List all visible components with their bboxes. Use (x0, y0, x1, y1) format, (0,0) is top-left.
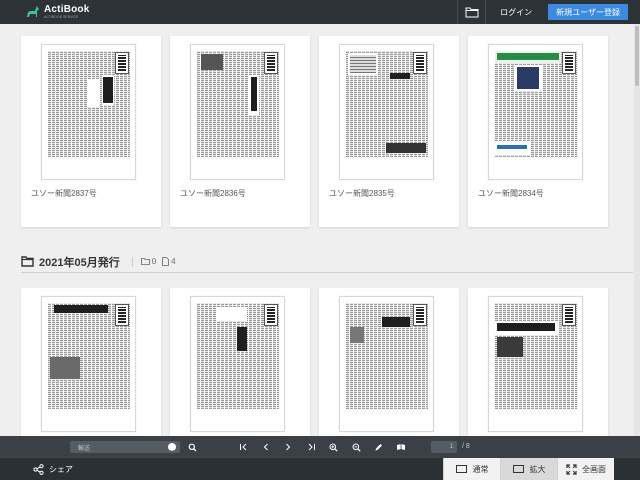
folder-button[interactable] (457, 0, 485, 24)
book-card[interactable] (319, 288, 459, 436)
search-button[interactable] (184, 441, 200, 453)
search-input-text[interactable]: 輸送 (78, 443, 90, 452)
share-icon (33, 463, 44, 475)
book-cover-thumbnail[interactable] (339, 296, 434, 432)
view-normal-button[interactable]: 通常 (443, 458, 500, 480)
bookshelf-area: ユソー新聞2837号 ユソー新聞2836号 ユソー新聞2835号 ユソー新聞28… (0, 24, 640, 436)
pen-icon[interactable] (372, 441, 384, 453)
view-fullscreen-button[interactable]: 全画面 (557, 458, 614, 480)
folder-outline-icon (140, 258, 150, 265)
zoom-out-icon[interactable] (350, 441, 362, 453)
search-input[interactable]: 輸送 (70, 441, 180, 454)
actibook-logo[interactable]: ActiBook ACTIBOOK SERVICE (26, 0, 90, 24)
first-page-icon[interactable] (237, 441, 249, 453)
zoom-view-icon (512, 465, 524, 473)
page-number-input[interactable]: 1 (431, 441, 457, 453)
viewer-toolbar: 輸送 1 / 8 (0, 436, 640, 458)
search-icon (188, 443, 196, 451)
book-title[interactable]: ユソー新聞2837号 (31, 188, 97, 199)
zoom-in-icon[interactable] (327, 441, 339, 453)
top-header: ActiBook ACTIBOOK SERVICE ログイン 新規ユーザー登録 (0, 0, 640, 24)
last-page-icon[interactable] (305, 441, 317, 453)
share-button[interactable]: シェア (33, 462, 73, 476)
book-title[interactable]: ユソー新聞2834号 (478, 188, 544, 199)
book-cover-thumbnail[interactable] (41, 296, 136, 432)
book-title[interactable]: ユソー新聞2835号 (329, 188, 395, 199)
book-cover-thumbnail[interactable] (190, 296, 285, 432)
book-row: ユソー新聞2837号 ユソー新聞2836号 ユソー新聞2835号 ユソー新聞28… (21, 36, 617, 227)
section-title: 2021年05月発行 (39, 256, 120, 269)
view-zoom-button[interactable]: 拡大 (500, 458, 557, 480)
footer-bar: シェア 通常 拡大 全画面 (0, 458, 640, 480)
normal-view-icon (455, 465, 467, 473)
book-card[interactable]: ユソー新聞2835号 (319, 36, 459, 227)
vertical-scrollbar[interactable] (634, 24, 640, 436)
section-divider (131, 256, 133, 267)
book-cover-thumbnail[interactable] (339, 44, 434, 180)
page-total: / 8 (462, 443, 470, 450)
book-cover-thumbnail[interactable] (488, 296, 583, 432)
book-view-icon[interactable] (395, 441, 407, 453)
next-page-icon[interactable] (282, 441, 294, 453)
book-card[interactable] (170, 288, 310, 436)
fullscreen-icon (566, 463, 577, 475)
folder-icon (21, 256, 34, 267)
section-header: 2021年05月発行 0 4 (21, 251, 633, 273)
book-row (21, 288, 617, 436)
book-card[interactable] (468, 288, 608, 436)
view-mode-group: 通常 拡大 全画面 (443, 458, 614, 480)
book-title[interactable]: ユソー新聞2836号 (180, 188, 246, 199)
book-cover-thumbnail[interactable] (488, 44, 583, 180)
book-card[interactable]: ユソー新聞2834号 (468, 36, 608, 227)
share-label: シェア (49, 464, 73, 474)
book-cover-thumbnail[interactable] (41, 44, 136, 180)
previous-page-icon[interactable] (260, 441, 272, 453)
clear-search-icon[interactable] (168, 443, 176, 454)
scrollbar-thumb[interactable] (635, 26, 639, 86)
file-icon (162, 257, 170, 266)
folder-icon (465, 7, 479, 17)
book-card[interactable]: ユソー新聞2836号 (170, 36, 310, 227)
book-cover-thumbnail[interactable] (190, 44, 285, 180)
logo-subtitle: ACTIBOOK SERVICE (44, 14, 79, 19)
deer-logo-icon (27, 6, 39, 17)
logo-title: ActiBook (44, 3, 90, 15)
register-button[interactable]: 新規ユーザー登録 (548, 4, 628, 20)
file-count: 4 (162, 257, 176, 266)
folder-count: 0 (140, 257, 156, 266)
book-card[interactable]: ユソー新聞2837号 (21, 36, 161, 227)
login-button[interactable]: ログイン (485, 0, 546, 24)
book-card[interactable] (21, 288, 161, 436)
